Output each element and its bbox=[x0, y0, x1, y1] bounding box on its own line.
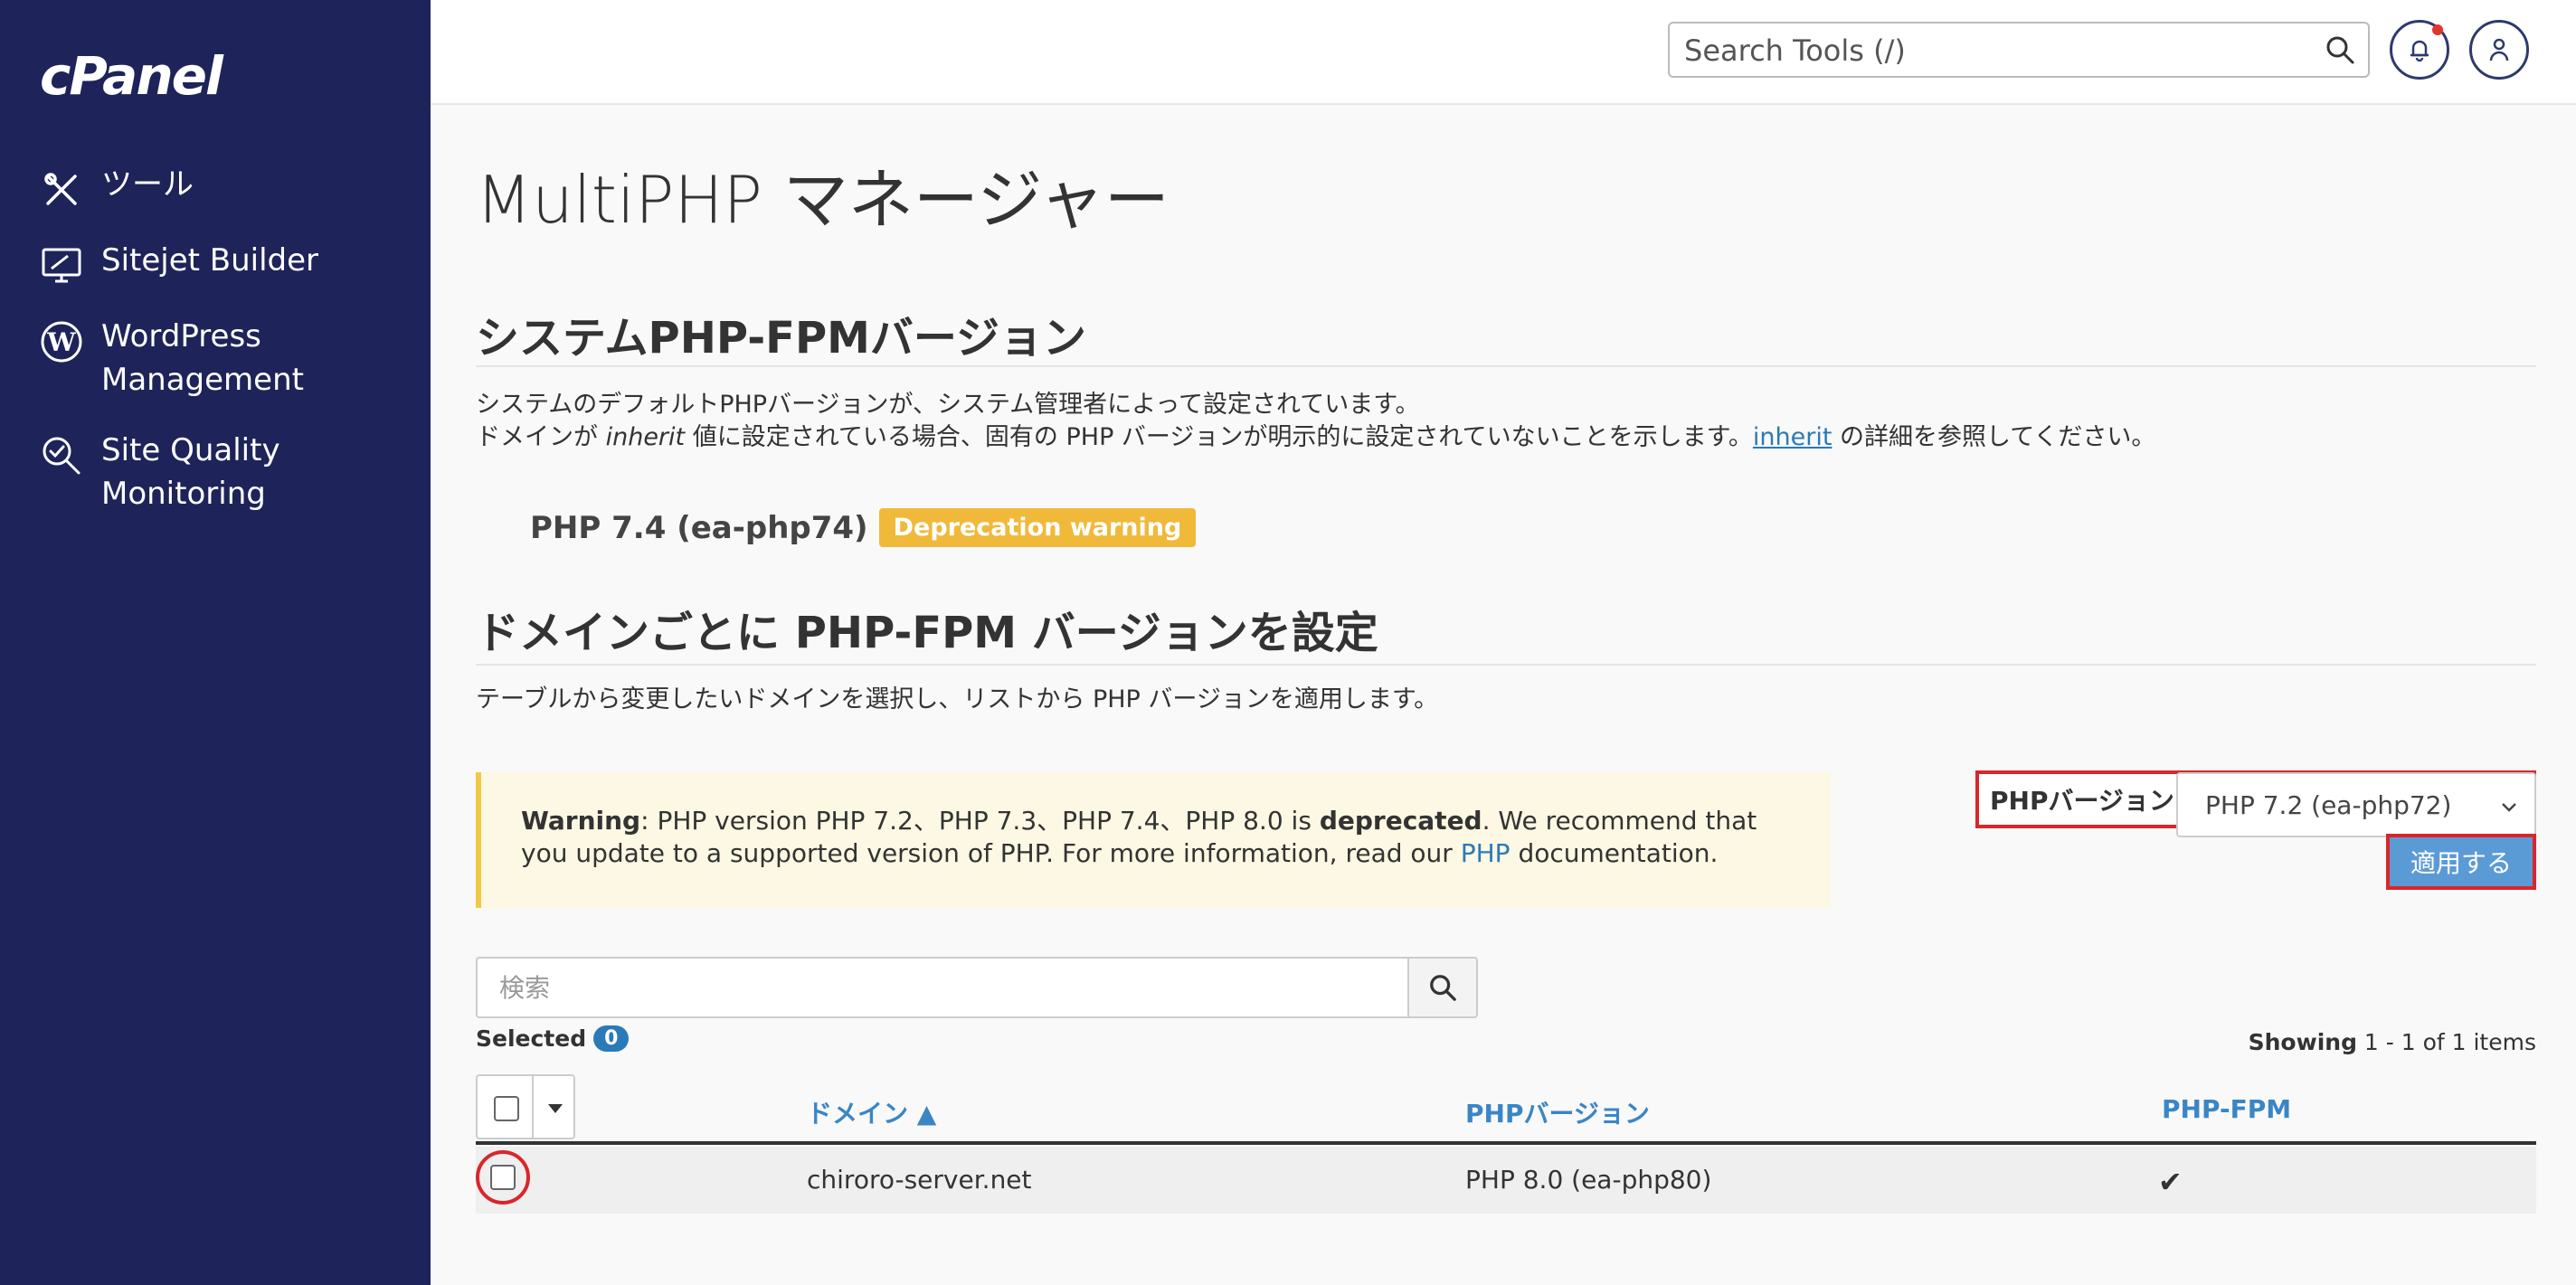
site-quality-icon bbox=[40, 434, 83, 477]
deprecated-text: deprecated bbox=[1319, 806, 1482, 836]
notification-dot bbox=[2432, 24, 2443, 35]
inherit-emphasis: inherit bbox=[605, 423, 686, 451]
sidebar-item-tools[interactable]: ツール bbox=[0, 163, 431, 212]
php-version-selected: PHP 7.2 (ea-php72) bbox=[2205, 790, 2452, 820]
domain-description: テーブルから変更したいドメインを選択し、リストから PHP バージョンを適用しま… bbox=[476, 685, 1439, 713]
chevron-down-icon bbox=[2498, 794, 2520, 824]
warning-label: Warning bbox=[521, 806, 641, 836]
search-icon[interactable] bbox=[2325, 34, 2355, 69]
php-version-dropdown[interactable]: PHP 7.2 (ea-php72) bbox=[2176, 772, 2536, 837]
warning-text: : PHP version PHP 7.2、PHP 7.3、PHP 7.4、PH… bbox=[640, 806, 1320, 836]
table-row: chiroro-server.net PHP 8.0 (ea-php80) ✔ bbox=[476, 1147, 2536, 1214]
row-php-version: PHP 8.0 (ea-php80) bbox=[1465, 1165, 1712, 1195]
apply-button[interactable]: 適用する bbox=[2386, 834, 2536, 890]
showing-label: Showing bbox=[2248, 1029, 2357, 1055]
section-divider bbox=[476, 365, 2536, 367]
select-all-checkbox[interactable] bbox=[494, 1096, 519, 1121]
user-menu-button[interactable] bbox=[2469, 20, 2529, 80]
inherit-link[interactable]: inherit bbox=[1753, 423, 1833, 451]
system-description-line-2: ドメインが inherit 値に設定されている場合、固有の PHP バージョンが… bbox=[476, 421, 2155, 454]
text-span: 値に設定されている場合、固有の PHP バージョンが明示的に設定されていないこと… bbox=[685, 423, 1753, 451]
showing-range: 1 - 1 of 1 items bbox=[2356, 1029, 2536, 1055]
cpanel-logo[interactable]: cPanel bbox=[40, 45, 223, 107]
column-header-php-fpm[interactable]: PHP-FPM bbox=[2162, 1094, 2291, 1124]
tools-icon bbox=[40, 168, 83, 212]
column-header-domain[interactable]: ドメイン ▲ bbox=[807, 1094, 936, 1130]
section-divider bbox=[476, 664, 2536, 666]
system-version-text: PHP 7.4 (ea-php74) bbox=[530, 509, 868, 546]
svg-text:W: W bbox=[46, 327, 76, 357]
system-section-title: システムPHP-FPMバージョン bbox=[476, 313, 1086, 364]
top-header bbox=[431, 0, 2576, 105]
sidebar: cPanel ツール Sitejet Builder W WordPress M… bbox=[0, 0, 431, 1285]
domain-search bbox=[476, 957, 1478, 1018]
system-php-version: PHP 7.4 (ea-php74) Deprecation warning bbox=[530, 508, 1197, 547]
sidebar-item-wordpress[interactable]: W WordPress Management bbox=[0, 315, 431, 402]
system-description-line-1: システムのデフォルトPHPバージョンが、システム管理者によって設定されています。 bbox=[476, 391, 1420, 419]
row-domain: chiroro-server.net bbox=[807, 1165, 1032, 1195]
sitejet-icon bbox=[40, 244, 83, 288]
search-tools-input[interactable] bbox=[1684, 31, 2299, 71]
sidebar-item-sitejet[interactable]: Sitejet Builder bbox=[0, 239, 431, 288]
showing-items: Showing 1 - 1 of 1 items bbox=[2249, 1029, 2536, 1055]
bell-icon bbox=[2410, 40, 2429, 62]
sidebar-item-label: WordPress Management bbox=[101, 318, 304, 398]
row-checkbox[interactable] bbox=[490, 1165, 516, 1190]
column-header-php-version[interactable]: PHPバージョン bbox=[1465, 1094, 1650, 1130]
warning-text: documentation. bbox=[1510, 838, 1719, 868]
caret-down-icon[interactable] bbox=[546, 1101, 564, 1119]
sidebar-item-label: ツール bbox=[101, 166, 194, 203]
selected-count-badge: 0 bbox=[593, 1025, 630, 1052]
wordpress-icon: W bbox=[40, 320, 83, 364]
notifications-button[interactable] bbox=[2390, 20, 2449, 80]
deprecation-badge: Deprecation warning bbox=[878, 508, 1197, 547]
domain-section-title: ドメインごとに PHP-FPM バージョンを設定 bbox=[476, 608, 1378, 658]
sidebar-item-label: Site Quality Monitoring bbox=[101, 432, 280, 512]
search-tools-box[interactable] bbox=[1668, 22, 2370, 78]
sidebar-item-label: Sitejet Builder bbox=[101, 242, 319, 279]
php-docs-link[interactable]: PHP bbox=[1461, 838, 1511, 868]
domain-search-input[interactable] bbox=[476, 957, 1407, 1018]
text-span: ドメインが bbox=[476, 423, 606, 451]
deprecation-warning-box: Warning: PHP version PHP 7.2、PHP 7.3、PHP… bbox=[476, 772, 1831, 908]
text-span: の詳細を参照してください。 bbox=[1832, 423, 2156, 451]
page-title: MultiPHP マネージャー bbox=[476, 162, 1170, 238]
php-version-label: PHPバージョン bbox=[1990, 786, 2174, 816]
divider bbox=[532, 1076, 534, 1139]
selected-count-line: Selected 0 bbox=[476, 1025, 630, 1052]
search-icon bbox=[1430, 975, 1456, 1001]
sidebar-nav: ツール Sitejet Builder W WordPress Manageme… bbox=[0, 163, 431, 543]
selected-label: Selected bbox=[476, 1025, 587, 1052]
sidebar-item-site-quality[interactable]: Site Quality Monitoring bbox=[0, 429, 431, 515]
user-icon bbox=[2489, 38, 2509, 61]
select-all-control bbox=[476, 1074, 575, 1139]
domain-search-button[interactable] bbox=[1407, 957, 1478, 1018]
table-header: ドメイン ▲ PHPバージョン PHP-FPM bbox=[476, 1071, 2536, 1145]
system-description: システムのデフォルトPHPバージョンが、システム管理者によって設定されています。… bbox=[476, 389, 2155, 454]
checkmark-icon: ✔ bbox=[2158, 1165, 2183, 1199]
php-version-selector: PHPバージョン PHP 7.2 (ea-php72) bbox=[1975, 770, 2536, 837]
